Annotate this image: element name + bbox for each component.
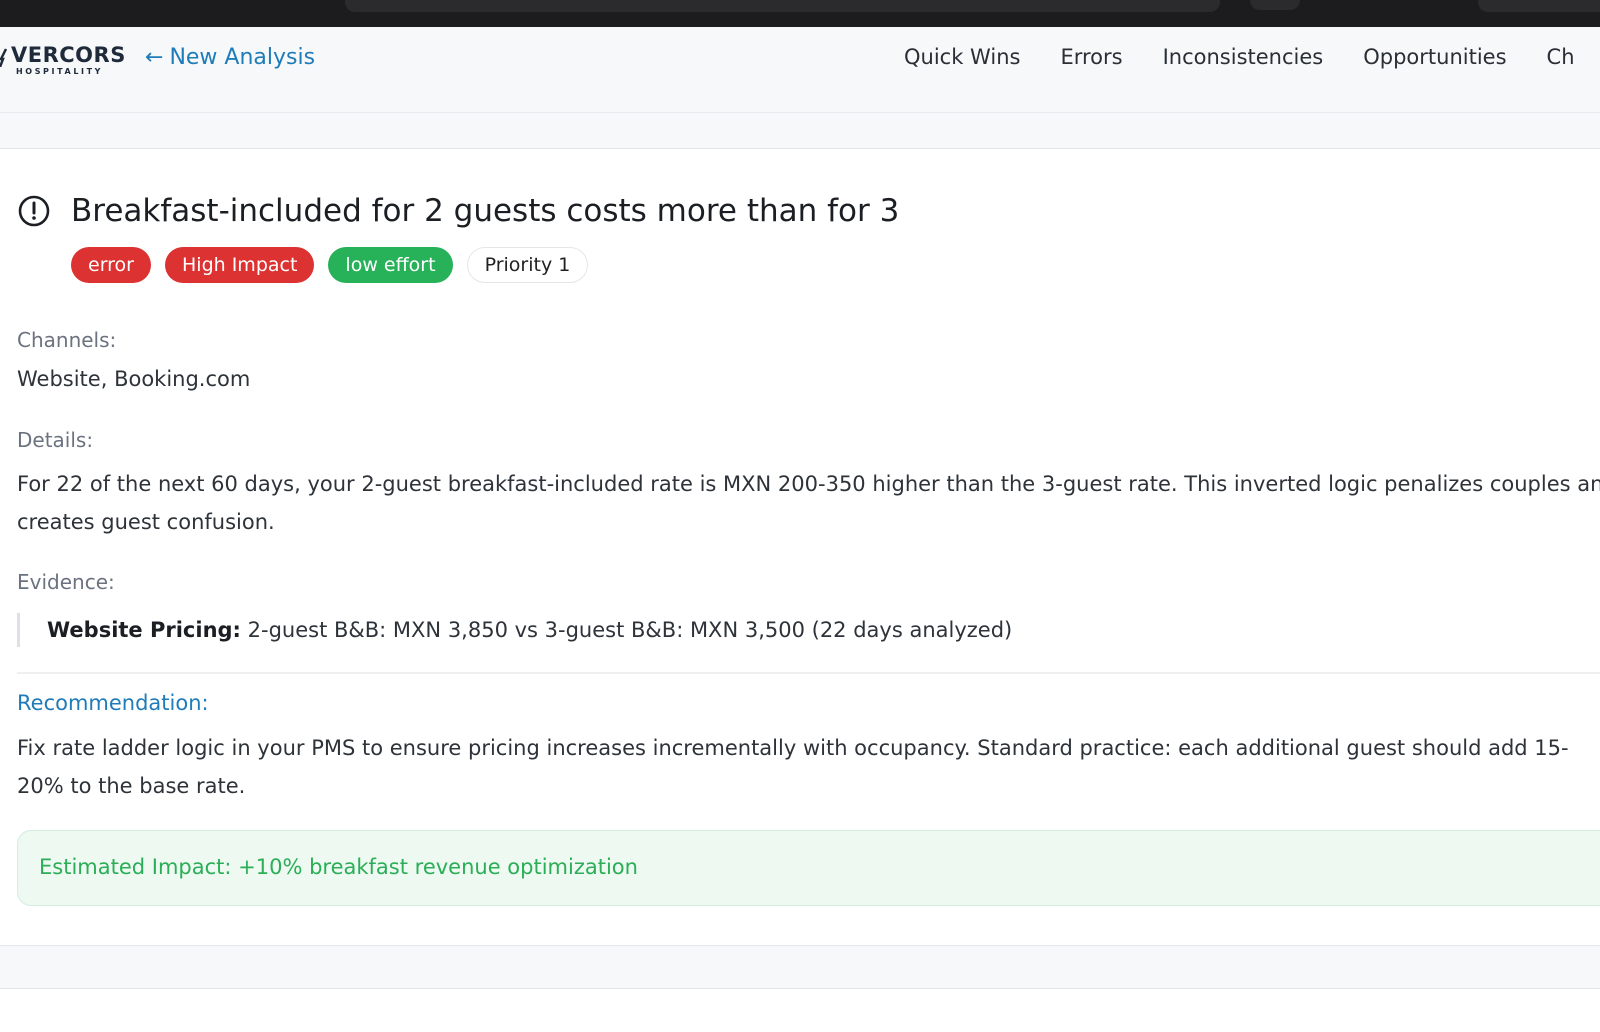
top-nav: Quick Wins Errors Inconsistencies Opport… [904, 45, 1600, 69]
section-spacer [0, 945, 1600, 989]
alert-circle-icon [18, 195, 50, 227]
nav-quick-wins[interactable]: Quick Wins [904, 45, 1020, 69]
evidence-text: 2-guest B&B: MXN 3,850 vs 3-guest B&B: M… [247, 618, 1013, 642]
browser-button[interactable] [1478, 0, 1600, 12]
app-header: VERCORS HOSPITALITY ← New Analysis Quick… [0, 27, 1600, 113]
estimated-impact-text: Estimated Impact: +10% breakfast revenue… [39, 855, 638, 879]
nav-errors[interactable]: Errors [1060, 45, 1122, 69]
address-bar[interactable] [345, 0, 1220, 12]
evidence-label: Evidence: [17, 570, 115, 594]
nav-opportunities[interactable]: Opportunities [1363, 45, 1506, 69]
logo-subtitle: HOSPITALITY [16, 67, 104, 76]
evidence-source: Website Pricing: [47, 618, 241, 642]
details-text: For 22 of the next 60 days, your 2-guest… [17, 472, 1600, 534]
vercors-logo[interactable]: VERCORS HOSPITALITY [0, 43, 125, 83]
new-analysis-label: New Analysis [169, 45, 316, 70]
issue-badges: error High Impact low effort Priority 1 [71, 247, 589, 283]
logo-name: VERCORS [11, 43, 126, 67]
logo-mark-icon [0, 48, 8, 67]
effort-badge: low effort [328, 247, 453, 283]
estimated-impact-box: Estimated Impact: +10% breakfast revenue… [17, 830, 1600, 906]
evidence-item: Website Pricing: 2-guest B&B: MXN 3,850 … [17, 613, 1012, 647]
browser-button[interactable] [1250, 0, 1300, 10]
priority-badge: Priority 1 [466, 247, 589, 283]
issue-title: Breakfast-included for 2 guests costs mo… [71, 193, 900, 229]
issue-card: Breakfast-included for 2 guests costs mo… [0, 149, 1600, 945]
recommendation-text: Fix rate ladder logic in your PMS to ens… [17, 736, 1569, 798]
nav-changes-truncated[interactable]: Ch [1547, 45, 1575, 69]
impact-badge: High Impact [165, 247, 315, 283]
channels-value: Website, Booking.com [17, 367, 251, 391]
back-arrow-icon: ← [145, 45, 164, 70]
type-badge: error [71, 247, 151, 283]
nav-inconsistencies[interactable]: Inconsistencies [1163, 45, 1324, 69]
browser-chrome-strip [0, 0, 1600, 27]
recommendation-label: Recommendation: [17, 691, 209, 715]
channels-label: Channels: [17, 328, 117, 352]
next-card-edge [0, 989, 1600, 1032]
details-label: Details: [17, 428, 94, 452]
section-spacer [0, 113, 1600, 149]
divider [17, 672, 1600, 674]
new-analysis-link[interactable]: ← New Analysis [145, 45, 315, 70]
